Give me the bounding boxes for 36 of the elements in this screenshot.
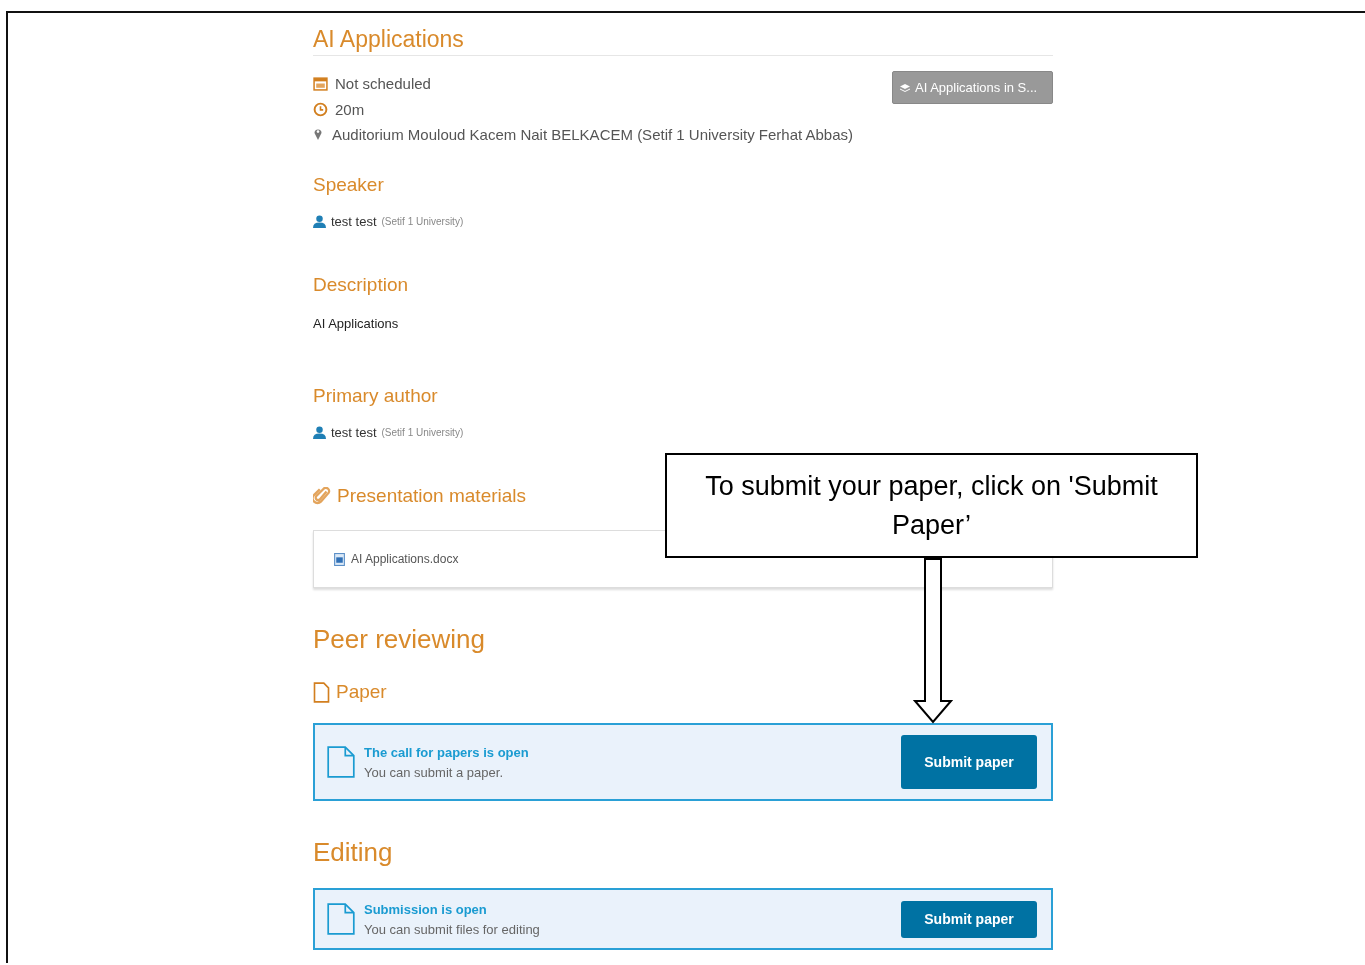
- location-text: Auditorium Mouloud Kacem Nait BELKACEM (Setif 1 University Ferhat Abbas): [332, 125, 854, 143]
- duration-text: 20m: [335, 100, 365, 118]
- section-heading: Editing: [313, 837, 394, 868]
- submit-paper-button[interactable]: Submit paper: [901, 900, 1037, 938]
- schedule-text: Not scheduled: [335, 74, 431, 92]
- person-icon: [313, 215, 326, 228]
- subsection-heading: Paper: [336, 681, 387, 703]
- document-icon: [334, 552, 345, 566]
- section-heading: Presentation materials: [337, 485, 527, 507]
- person-icon: [313, 426, 326, 439]
- notice-text: You can submit a paper.: [364, 764, 504, 780]
- section-heading: Description: [313, 274, 410, 296]
- session-button[interactable]: AI Applications in S...: [892, 71, 1053, 104]
- layers-icon: [899, 82, 911, 93]
- notice-title: Submission is open: [364, 901, 488, 917]
- submit-paper-button[interactable]: Submit paper: [901, 735, 1037, 789]
- affiliation-text: (Setif 1 University): [381, 427, 464, 438]
- clock-icon: [313, 101, 328, 117]
- event-title: AI Applications: [313, 26, 1053, 56]
- section-heading: Primary author: [313, 385, 439, 407]
- description-text: AI Applications: [313, 316, 400, 331]
- author-name: test test: [331, 425, 377, 440]
- section-heading: Peer reviewing: [313, 624, 486, 655]
- location-pin-icon: [313, 127, 323, 141]
- paperclip-icon: [313, 487, 331, 505]
- notice-title: The call for papers is open: [364, 744, 530, 760]
- page-icon: [327, 903, 355, 935]
- file-link[interactable]: AI Applications.docx: [351, 552, 459, 566]
- speaker-name: test test: [331, 214, 377, 229]
- callout-box: To submit your paper, click on 'Submit Paper’: [665, 453, 1198, 558]
- page-icon: [327, 746, 355, 778]
- section-heading: Speaker: [313, 174, 385, 196]
- affiliation-text: (Setif 1 University): [381, 216, 464, 227]
- notice-text: You can submit files for editing: [364, 921, 541, 937]
- page-icon: [313, 681, 330, 703]
- calendar-icon: [313, 75, 328, 91]
